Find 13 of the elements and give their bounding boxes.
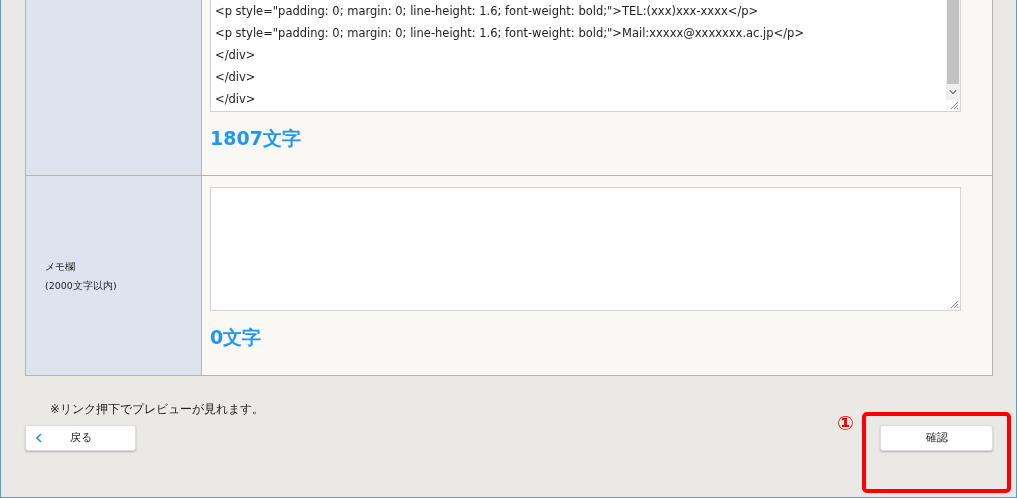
character-count: 0文字	[210, 325, 263, 350]
back-button[interactable]: 戻る	[25, 425, 136, 451]
resize-grip-icon[interactable]	[949, 299, 959, 309]
chevron-left-icon	[36, 433, 42, 443]
resize-grip-icon[interactable]	[949, 100, 959, 110]
scrollbar[interactable]	[946, 0, 960, 100]
field-label: メモ欄	[45, 259, 76, 274]
text-area[interactable]: <p style="padding: 0; margin: 0; line-height: 1.6; font-weight: bold;">TEL:(xxx)xxx-xxxx</p> <p style="padding: 0; margin: 0; line-height: 1.6; font-weight: bold;">Mail:xxxxx@xxxxxxx.ac.jp</p> </div> </div> </div>	[210, 0, 961, 112]
preview-note: ※リンク押下でプレビューが見れます。	[50, 402, 265, 417]
step-number: ①	[837, 411, 854, 435]
field-label: (2000文字以内)	[45, 278, 118, 293]
character-count: 1807文字	[210, 126, 302, 151]
confirm-button[interactable]: 確認	[880, 425, 993, 451]
